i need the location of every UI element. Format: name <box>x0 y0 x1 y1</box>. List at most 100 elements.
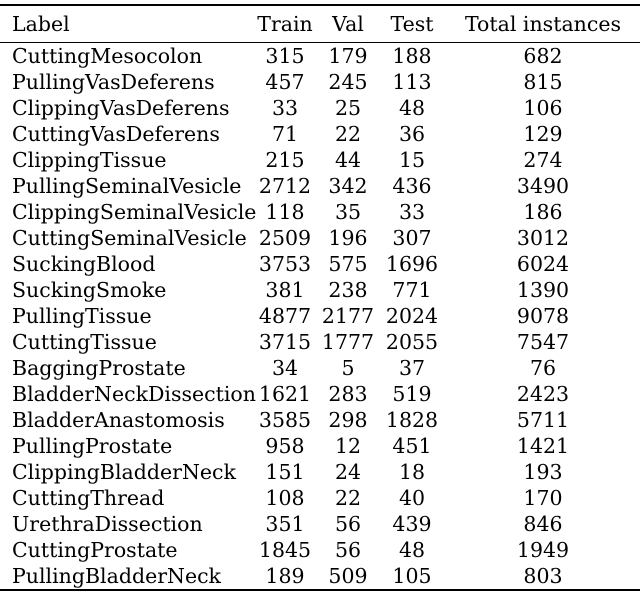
table-row: PullingVasDeferens 457 245 113 815 <box>0 69 640 95</box>
cell-total: 682 <box>523 43 563 68</box>
cell-total: 186 <box>523 199 563 224</box>
cell-test: 15 <box>398 147 426 172</box>
table-footer <box>0 589 640 592</box>
cell-label: ClippingVasDeferens <box>12 95 230 120</box>
table-row: PullingTissue 4877 2177 2024 9078 <box>0 303 640 329</box>
cell-train: 1845 <box>258 537 312 562</box>
table-row: ClippingVasDeferens 33 25 48 106 <box>0 95 640 121</box>
column-header-train: Train <box>257 11 313 36</box>
cell-test: 2055 <box>385 329 439 354</box>
cell-total: 1949 <box>516 537 570 562</box>
cell-test: 771 <box>392 277 432 302</box>
cell-test: 37 <box>398 355 426 380</box>
cell-train: 189 <box>265 563 305 588</box>
cell-test: 113 <box>392 69 432 94</box>
table-body: CuttingMesocolon 315 179 188 682 PullingVasDe… <box>0 43 640 590</box>
cell-label: CuttingMesocolon <box>12 43 203 68</box>
cell-label: PullingTissue <box>12 303 152 328</box>
cell-train: 151 <box>265 459 305 484</box>
cell-val: 22 <box>334 485 362 510</box>
cell-val: 35 <box>334 199 362 224</box>
cell-val: 5 <box>341 355 355 380</box>
column-header-test: Test <box>390 11 434 36</box>
table-header: Label Train Val Test Total instances <box>0 4 640 43</box>
cell-train: 3715 <box>258 329 312 354</box>
column-header-val: Val <box>332 11 364 36</box>
cell-val: 44 <box>334 147 362 172</box>
cell-label: BladderAnastomosis <box>12 407 225 432</box>
cell-val: 238 <box>328 277 368 302</box>
table-row: CuttingThread 108 22 40 170 <box>0 485 640 511</box>
cell-val: 1777 <box>321 329 375 354</box>
table-row: ClippingTissue 215 44 15 274 <box>0 147 640 173</box>
column-header-total-instances: Total instances <box>464 11 622 36</box>
table-row: PullingBladderNeck 189 509 105 803 <box>0 563 640 590</box>
cell-val: 22 <box>334 121 362 146</box>
cell-label: CuttingThread <box>12 485 165 510</box>
cell-label: SuckingSmoke <box>12 277 167 302</box>
cell-test: 2024 <box>385 303 439 328</box>
cell-label: CuttingSeminalVesicle <box>12 225 247 250</box>
cell-test: 33 <box>398 199 426 224</box>
column-header-label: Label <box>12 11 70 36</box>
cell-label: ClippingBladderNeck <box>12 459 236 484</box>
cell-total: 803 <box>523 563 563 588</box>
cell-train: 34 <box>271 355 299 380</box>
cell-label: CuttingVasDeferens <box>12 121 220 146</box>
cell-total: 76 <box>529 355 557 380</box>
table-row: BaggingProstate 34 5 37 76 <box>0 355 640 381</box>
cell-train: 457 <box>265 69 305 94</box>
cell-label: ClippingSeminalVesicle <box>12 199 257 224</box>
table-row: CuttingProstate 1845 56 48 1949 <box>0 537 640 563</box>
table-row: BladderAnastomosis 3585 298 1828 5711 <box>0 407 640 433</box>
cell-total: 1390 <box>516 277 570 302</box>
cell-label: SuckingBlood <box>12 251 156 276</box>
cell-total: 2423 <box>516 381 570 406</box>
cell-label: UrethraDissection <box>12 511 203 536</box>
cell-test: 519 <box>392 381 432 406</box>
cell-train: 4877 <box>258 303 312 328</box>
table-row: SuckingSmoke 381 238 771 1390 <box>0 277 640 303</box>
table-row: CuttingTissue 3715 1777 2055 7547 <box>0 329 640 355</box>
cell-total: 7547 <box>516 329 570 354</box>
cell-test: 40 <box>398 485 426 510</box>
table-row: BladderNeckDissection 1621 283 519 2423 <box>0 381 640 407</box>
cell-total: 6024 <box>516 251 570 276</box>
cell-val: 56 <box>334 537 362 562</box>
cell-val: 2177 <box>321 303 375 328</box>
cell-val: 196 <box>328 225 368 250</box>
table-rule-bottom <box>0 589 640 592</box>
cell-total: 5711 <box>516 407 570 432</box>
cell-test: 105 <box>392 563 432 588</box>
cell-total: 846 <box>523 511 563 536</box>
cell-train: 1621 <box>258 381 312 406</box>
cell-train: 215 <box>265 147 305 172</box>
cell-val: 575 <box>328 251 368 276</box>
cell-test: 439 <box>392 511 432 536</box>
cell-train: 315 <box>265 43 305 68</box>
table-row: CuttingSeminalVesicle 2509 196 307 3012 <box>0 225 640 251</box>
cell-test: 436 <box>392 173 432 198</box>
table-row: SuckingBlood 3753 575 1696 6024 <box>0 251 640 277</box>
cell-test: 48 <box>398 95 426 120</box>
cell-train: 71 <box>271 121 299 146</box>
cell-train: 33 <box>271 95 299 120</box>
cell-train: 2712 <box>258 173 312 198</box>
table-row: ClippingBladderNeck 151 24 18 193 <box>0 459 640 485</box>
cell-label: CuttingTissue <box>12 329 157 354</box>
cell-label: PullingProstate <box>12 433 173 458</box>
cell-val: 56 <box>334 511 362 536</box>
table-row: ClippingSeminalVesicle 118 35 33 186 <box>0 199 640 225</box>
cell-total: 815 <box>523 69 563 94</box>
table-row: PullingProstate 958 12 451 1421 <box>0 433 640 459</box>
cell-total: 170 <box>523 485 563 510</box>
cell-total: 9078 <box>516 303 570 328</box>
cell-total: 274 <box>523 147 563 172</box>
cell-label: PullingSeminalVesicle <box>12 173 242 198</box>
cell-train: 381 <box>265 277 305 302</box>
table-row: UrethraDissection 351 56 439 846 <box>0 511 640 537</box>
cell-total: 106 <box>523 95 563 120</box>
cell-val: 298 <box>328 407 368 432</box>
cell-test: 18 <box>398 459 426 484</box>
table-header-row: Label Train Val Test Total instances <box>0 6 640 43</box>
